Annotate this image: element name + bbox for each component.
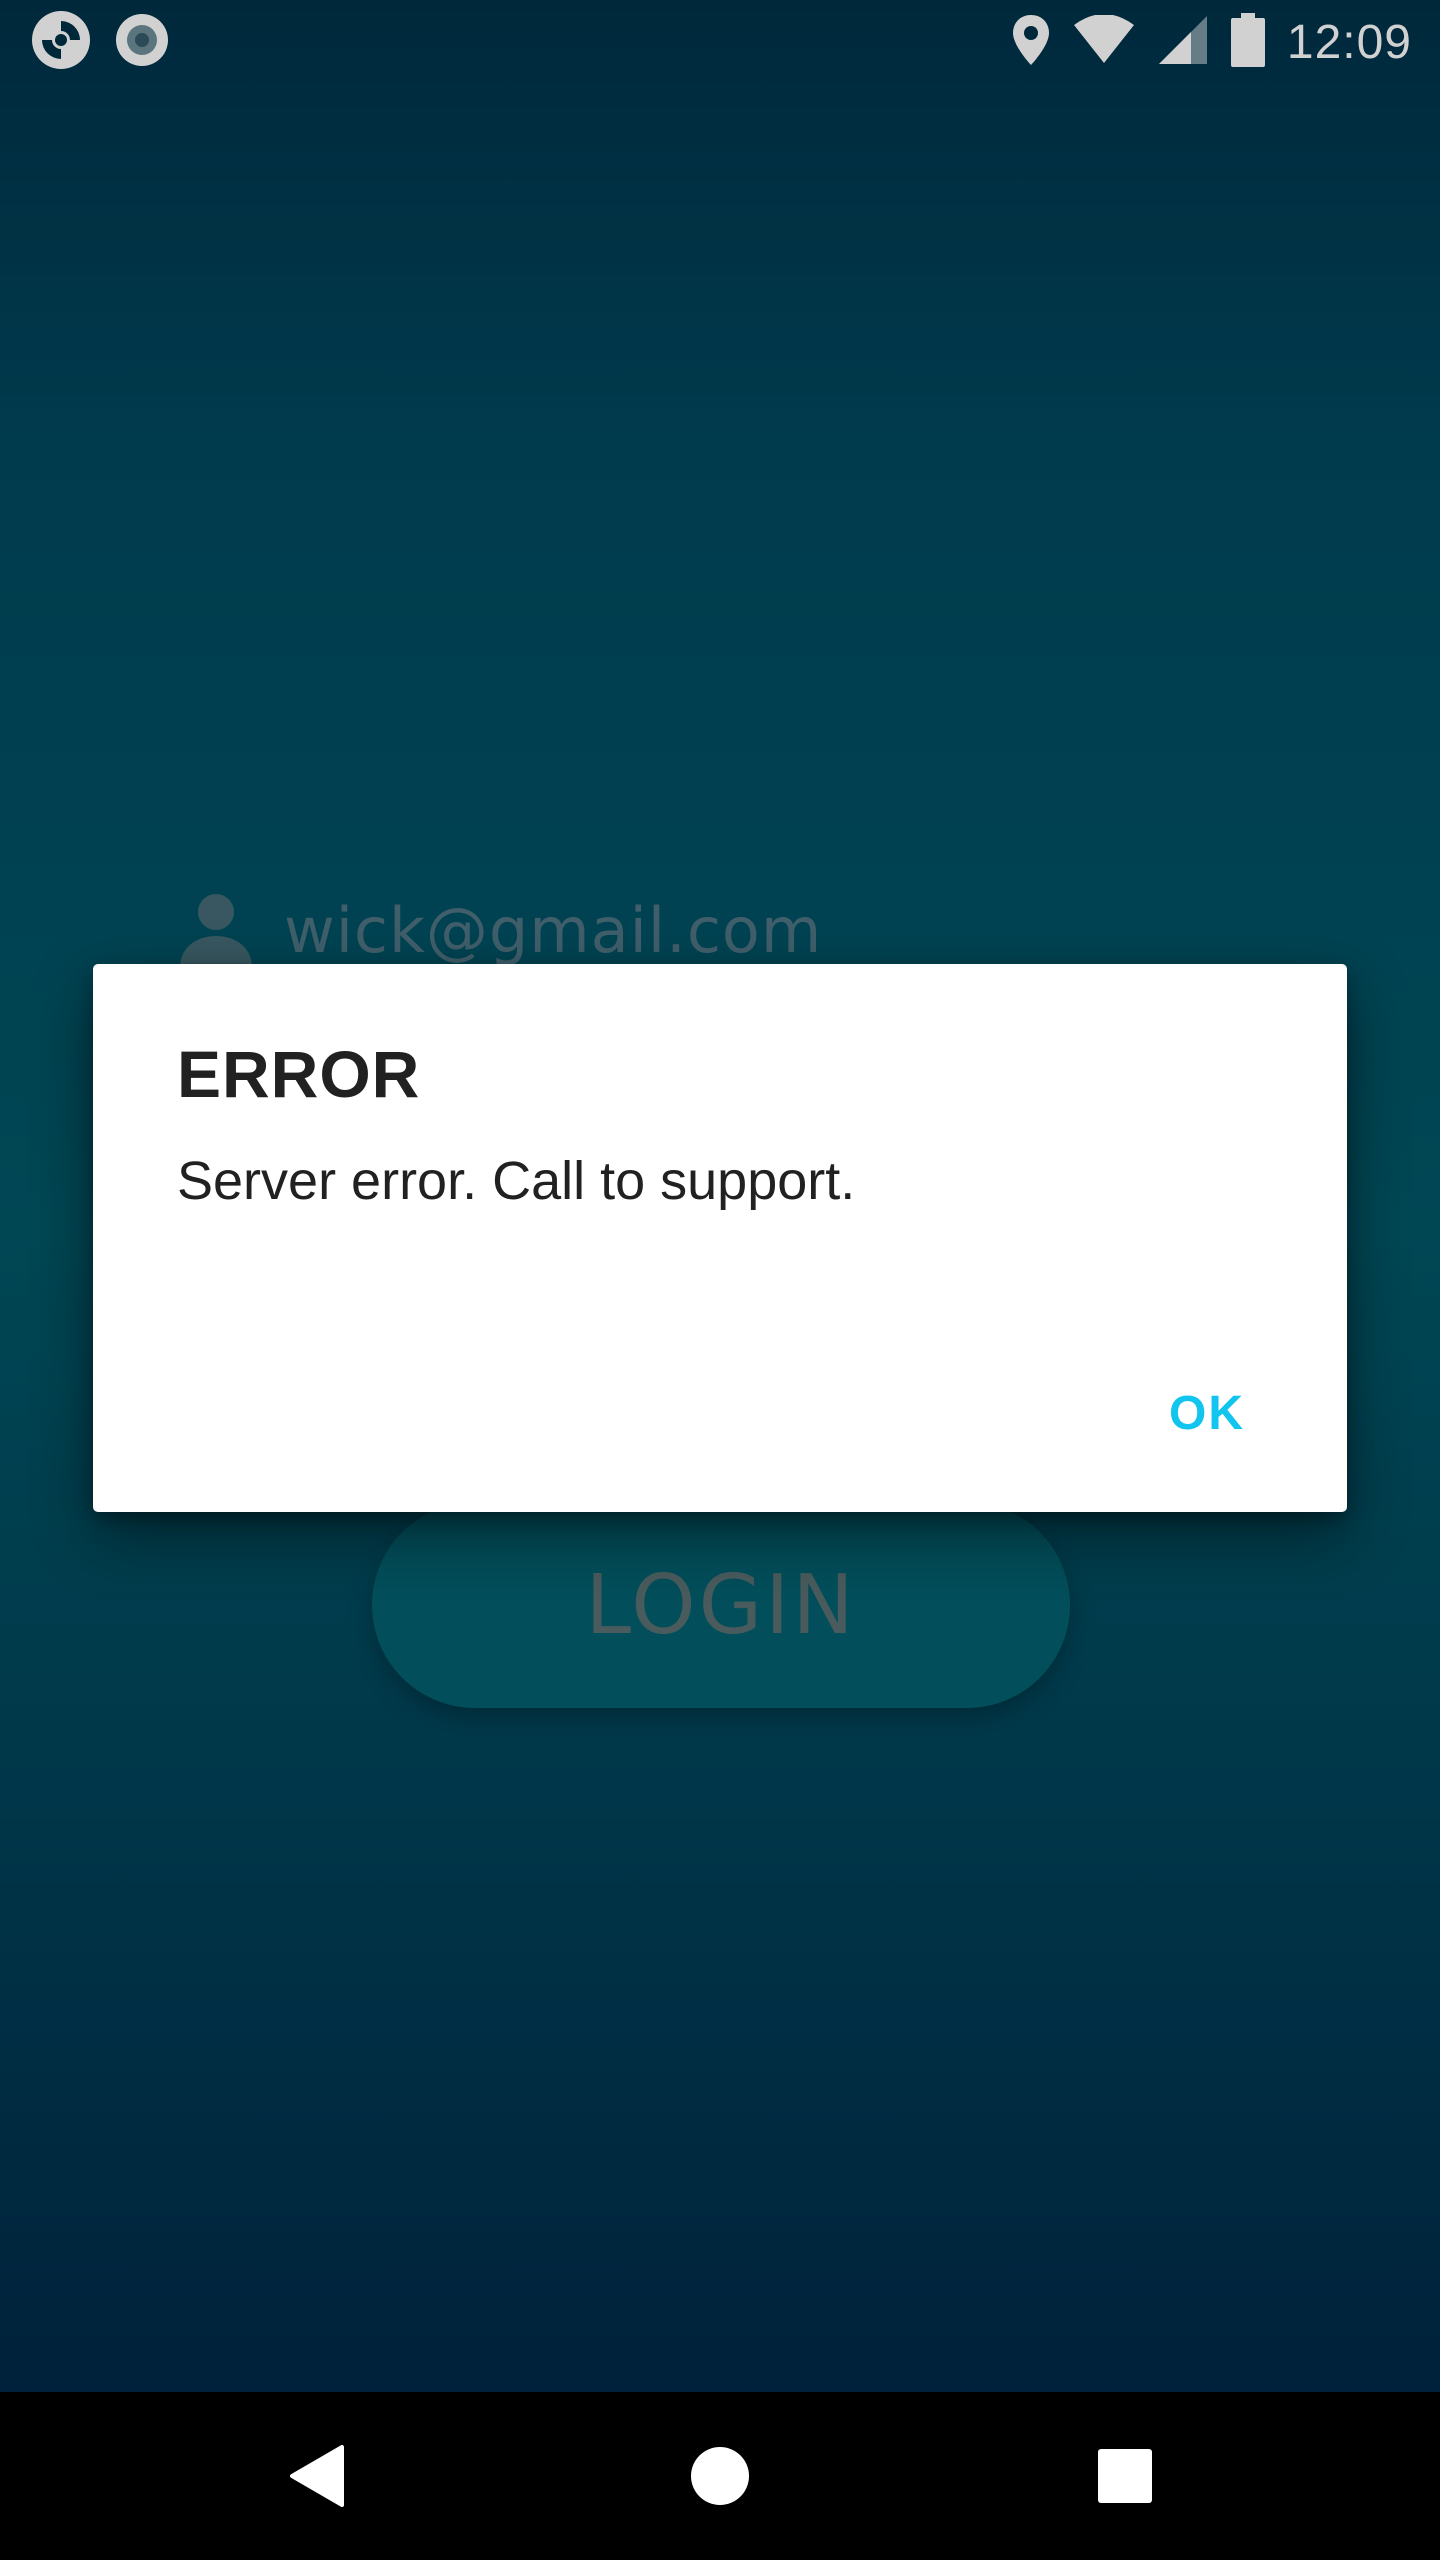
dialog-message: Server error. Call to support. <box>177 1151 856 1211</box>
dialog-title: ERROR <box>177 1037 421 1111</box>
app-screen: 12:09 wick@gmail.com LOGIN ERROR Server … <box>0 0 1440 2560</box>
recents-icon[interactable] <box>1075 2426 1175 2526</box>
ok-button[interactable]: OK <box>1157 1376 1257 1451</box>
home-icon[interactable] <box>670 2426 770 2526</box>
navigation-bar <box>0 2392 1440 2560</box>
back-icon[interactable] <box>266 2426 366 2526</box>
error-dialog: ERROR Server error. Call to support. OK <box>93 964 1347 1512</box>
